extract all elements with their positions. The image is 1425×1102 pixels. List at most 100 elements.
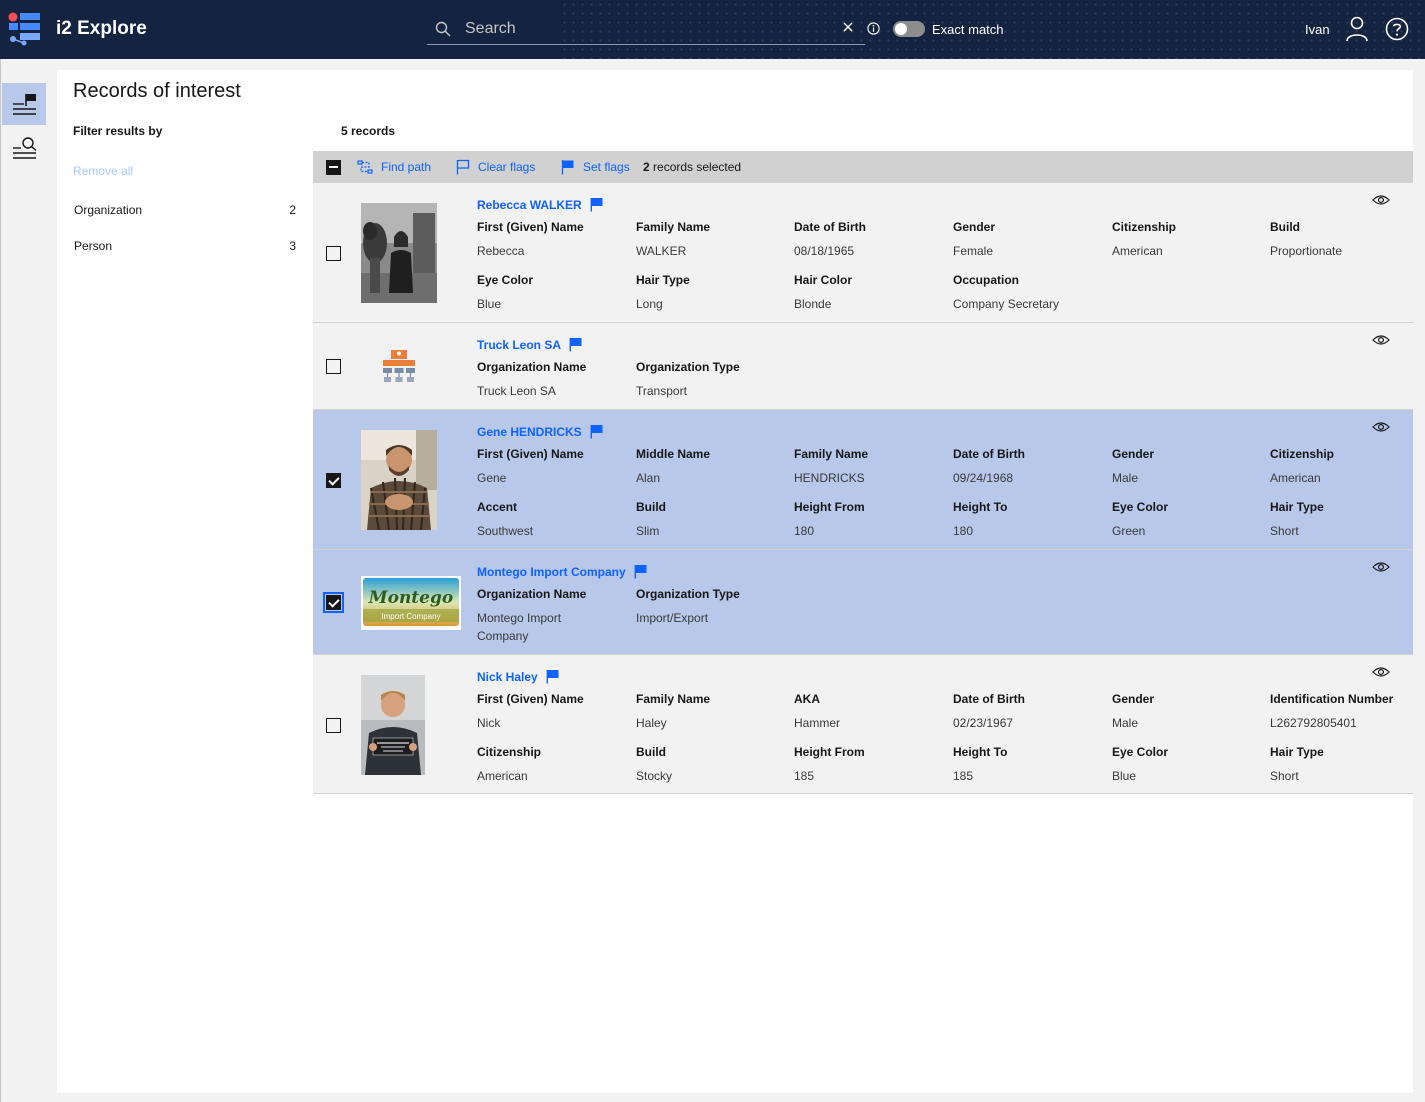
field-label: Gender [1112, 692, 1155, 706]
view-icon[interactable] [1372, 421, 1390, 433]
set-flags-button[interactable]: Set flags [561, 158, 630, 176]
field-label: Build [636, 500, 666, 514]
flag-icon[interactable] [569, 337, 582, 352]
search-bar[interactable] [427, 13, 865, 45]
field-label: Height To [953, 745, 1008, 759]
select-all-checkbox[interactable] [326, 160, 341, 175]
field: Family Name Haley [636, 692, 786, 732]
company-logo: Montego Import Company [361, 576, 461, 630]
field: Occupation Company Secretary [953, 273, 1103, 313]
field-value: Montego Import Company [477, 611, 562, 643]
field-value: Rebecca [477, 244, 525, 258]
exact-match-label: Exact match [932, 22, 1004, 37]
find-path-button[interactable]: Find path [357, 158, 431, 176]
field: Height From 185 [794, 745, 944, 785]
flag-icon[interactable] [590, 424, 603, 439]
field: Organization Name Truck Leon SA [477, 360, 627, 400]
field-label: Date of Birth [794, 220, 866, 234]
user-name[interactable]: Ivan [1305, 22, 1330, 37]
rail-records-of-interest[interactable] [2, 83, 46, 125]
field-label: Hair Type [1270, 500, 1324, 514]
field-label: Middle Name [636, 447, 711, 461]
field-value: Proportionate [1270, 244, 1343, 258]
field-value: Long [636, 297, 663, 311]
record-montego-import-company[interactable]: Montego Import Company Montego Import Co… [313, 550, 1413, 655]
field-label: Citizenship [1270, 447, 1335, 461]
field: First (Given) Name Nick [477, 692, 627, 732]
field: Eye Color Green [1112, 500, 1262, 540]
field: Hair Color Blonde [794, 273, 944, 313]
field-label: Organization Type [636, 360, 740, 374]
field: Identification Number L262792805401 [1270, 692, 1405, 732]
filter-title: Filter results by [73, 124, 163, 138]
close-icon[interactable] [841, 20, 855, 34]
field-label: Gender [953, 220, 996, 234]
flag-icon[interactable] [590, 197, 603, 212]
field-label: Eye Color [1112, 745, 1169, 759]
record-title-link[interactable]: Rebecca WALKER [477, 197, 603, 212]
flag-icon[interactable] [634, 564, 647, 579]
record-checkbox[interactable] [323, 592, 344, 613]
record-title-link[interactable]: Nick Haley [477, 669, 559, 684]
record-photo [361, 203, 437, 303]
record-title-link[interactable]: Truck Leon SA [477, 337, 582, 352]
record-title-link[interactable]: Montego Import Company [477, 564, 647, 579]
exact-match-toggle[interactable] [893, 21, 925, 37]
selected-number: 2 [643, 160, 650, 174]
field-value: Blue [477, 297, 502, 311]
field: Accent Southwest [477, 500, 627, 540]
facet-organization[interactable]: Organization 2 [74, 203, 296, 217]
view-icon[interactable] [1372, 666, 1390, 678]
field: Eye Color Blue [1112, 745, 1262, 785]
left-rail [0, 59, 46, 1102]
record-checkbox[interactable] [326, 246, 341, 261]
record-checkbox[interactable] [326, 359, 341, 374]
search-input[interactable] [465, 17, 825, 41]
i2-logo-icon[interactable] [8, 12, 42, 46]
field: First (Given) Name Rebecca [477, 220, 627, 260]
record-rebecca-walker[interactable]: Rebecca WALKER First (Given) Name Rebecca… [313, 183, 1413, 323]
field-value: WALKER [636, 244, 687, 258]
field-label: Citizenship [1112, 220, 1177, 234]
remove-all-link[interactable]: Remove all [73, 164, 133, 178]
field-label: Build [1270, 220, 1300, 234]
field-label: Family Name [636, 692, 711, 706]
field-label: Organization Name [477, 587, 587, 601]
flag-filled-icon [561, 160, 574, 175]
field: AKA Hammer [794, 692, 944, 732]
view-icon[interactable] [1372, 194, 1390, 206]
help-icon[interactable] [1385, 17, 1409, 41]
record-truck-leon-sa[interactable]: Truck Leon SA Organization Name Truck Leo… [313, 323, 1413, 410]
info-icon[interactable] [867, 22, 880, 35]
record-title: Truck Leon SA [477, 337, 562, 352]
view-icon[interactable] [1372, 561, 1390, 573]
record-title-link[interactable]: Gene HENDRICKS [477, 424, 603, 439]
view-icon[interactable] [1372, 334, 1390, 346]
field-label: First (Given) Name [477, 692, 584, 706]
facet-count: 2 [289, 203, 296, 217]
field-label: Date of Birth [953, 692, 1025, 706]
field-value: Nick [477, 716, 501, 730]
field-label: Organization Type [636, 587, 740, 601]
record-checkbox[interactable] [326, 718, 341, 733]
field: Citizenship American [1270, 447, 1420, 487]
field-label: Hair Type [1270, 745, 1324, 759]
page-title: Records of interest [73, 80, 241, 102]
field-value: Hammer [794, 716, 841, 730]
record-checkbox[interactable] [326, 473, 341, 488]
facet-person[interactable]: Person 3 [74, 239, 296, 253]
flag-outline-icon [456, 159, 470, 175]
field: Build Slim [636, 500, 786, 540]
clear-flags-button[interactable]: Clear flags [456, 158, 535, 176]
user-icon[interactable] [1345, 16, 1369, 42]
main-panel: Records of interest Filter results by Re… [57, 70, 1413, 1093]
field-value: 09/24/1968 [953, 471, 1014, 485]
organization-icon [361, 347, 437, 387]
field-value: Truck Leon SA [477, 384, 556, 398]
field-value: 180 [953, 524, 974, 538]
flag-icon[interactable] [546, 669, 559, 684]
field: Gender Male [1112, 692, 1262, 732]
record-gene-hendricks[interactable]: Gene HENDRICKS First (Given) Name Gene Mi… [313, 410, 1413, 550]
record-nick-haley[interactable]: Nick Haley First (Given) Name Nick Family… [313, 655, 1413, 794]
rail-search[interactable] [2, 127, 46, 169]
